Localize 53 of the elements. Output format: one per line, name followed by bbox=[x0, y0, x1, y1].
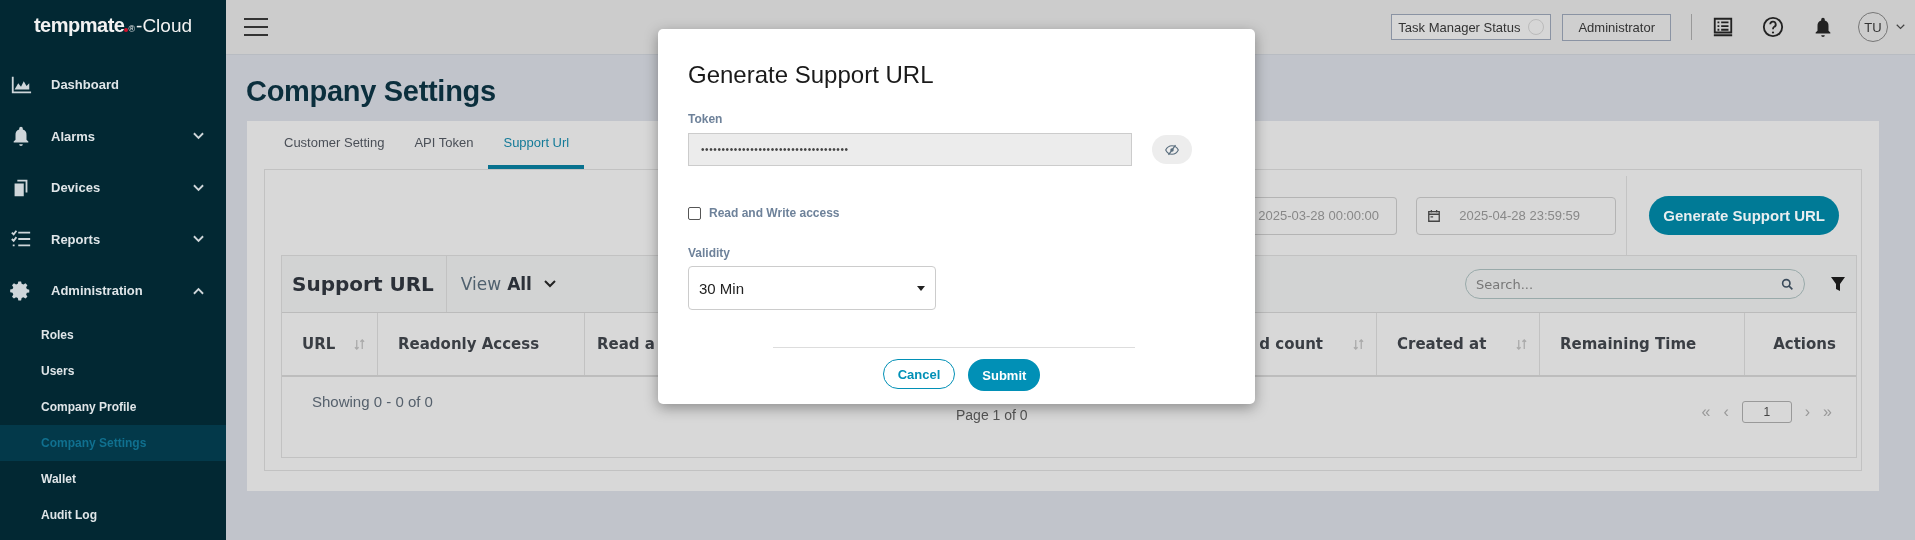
nav-subitem[interactable]: Company Profile bbox=[0, 388, 226, 425]
token-field[interactable]: •••••••••••••••••••••••••••••••••••• bbox=[688, 133, 1132, 166]
search-icon[interactable] bbox=[1781, 278, 1794, 291]
menu-icon[interactable] bbox=[244, 18, 268, 36]
table-title: Support URL bbox=[282, 256, 447, 312]
calendar-icon bbox=[1427, 208, 1442, 223]
search-field[interactable]: Search... bbox=[1465, 269, 1805, 299]
help-icon[interactable] bbox=[1762, 16, 1784, 38]
nav-item[interactable]: Administration bbox=[0, 265, 226, 317]
column-header: Actions bbox=[1772, 334, 1837, 355]
checkbox-label: Read and Write access bbox=[709, 206, 840, 220]
tab[interactable]: API Token bbox=[399, 121, 489, 169]
nav-subitem[interactable]: Wallet bbox=[0, 460, 226, 497]
submit-button[interactable]: Submit bbox=[968, 359, 1041, 391]
column-header[interactable]: Created at bbox=[1377, 313, 1540, 375]
column-header[interactable]: URL bbox=[282, 313, 378, 375]
page-number-field[interactable]: 1 bbox=[1741, 401, 1792, 423]
nav-item[interactable]: Reports bbox=[0, 213, 226, 265]
nav-subitem[interactable]: Audit Log bbox=[0, 496, 226, 533]
date-text: 2025-04-28 23:59:59 bbox=[1459, 208, 1581, 223]
caret-icon bbox=[917, 285, 925, 291]
filter-icon[interactable] bbox=[1830, 276, 1846, 292]
eye-slash-icon bbox=[1165, 143, 1179, 156]
gear-icon bbox=[10, 279, 32, 302]
nav-item[interactable]: Alarms bbox=[0, 110, 226, 162]
nav-item[interactable]: Dashboard bbox=[0, 59, 226, 111]
sort-icon bbox=[1516, 338, 1527, 350]
view-dropdown[interactable]: View All bbox=[446, 274, 566, 294]
page-title: Company Settings bbox=[246, 74, 496, 109]
task-manager-status[interactable]: Task Manager Status bbox=[1391, 14, 1552, 40]
validity-dropdown[interactable]: 30 Min bbox=[688, 266, 936, 310]
generate-button[interactable]: Generate Support URL bbox=[1649, 196, 1839, 235]
field-label: Validity bbox=[688, 246, 732, 260]
nav-subitem[interactable]: Users bbox=[0, 352, 226, 389]
visibility-toggle[interactable] bbox=[1152, 135, 1192, 164]
field-label: Token bbox=[688, 112, 724, 126]
chevron-icon[interactable] bbox=[1896, 24, 1905, 30]
sort-icon bbox=[1353, 338, 1364, 350]
tab[interactable]: Customer Setting bbox=[269, 121, 400, 169]
record-count: Showing 0 - 0 of 0 bbox=[312, 393, 433, 410]
page-info: Page 1 of 0 bbox=[956, 407, 1028, 423]
column-header: Readonly Access bbox=[378, 313, 585, 375]
cancel-button[interactable]: Cancel bbox=[882, 359, 956, 389]
dialog-title: Generate Support URL bbox=[688, 61, 935, 89]
checkbox[interactable] bbox=[688, 206, 701, 220]
list-icon[interactable] bbox=[1712, 16, 1734, 38]
sort-icon bbox=[354, 338, 365, 350]
chevron-icon bbox=[543, 280, 556, 288]
nav-subitem[interactable]: Roles bbox=[0, 316, 226, 353]
tab[interactable]: Support Url bbox=[488, 121, 585, 169]
role-button[interactable]: Administrator bbox=[1562, 13, 1671, 41]
column-header: Remaining Time bbox=[1540, 313, 1745, 375]
nav-item[interactable]: Devices bbox=[0, 162, 226, 214]
